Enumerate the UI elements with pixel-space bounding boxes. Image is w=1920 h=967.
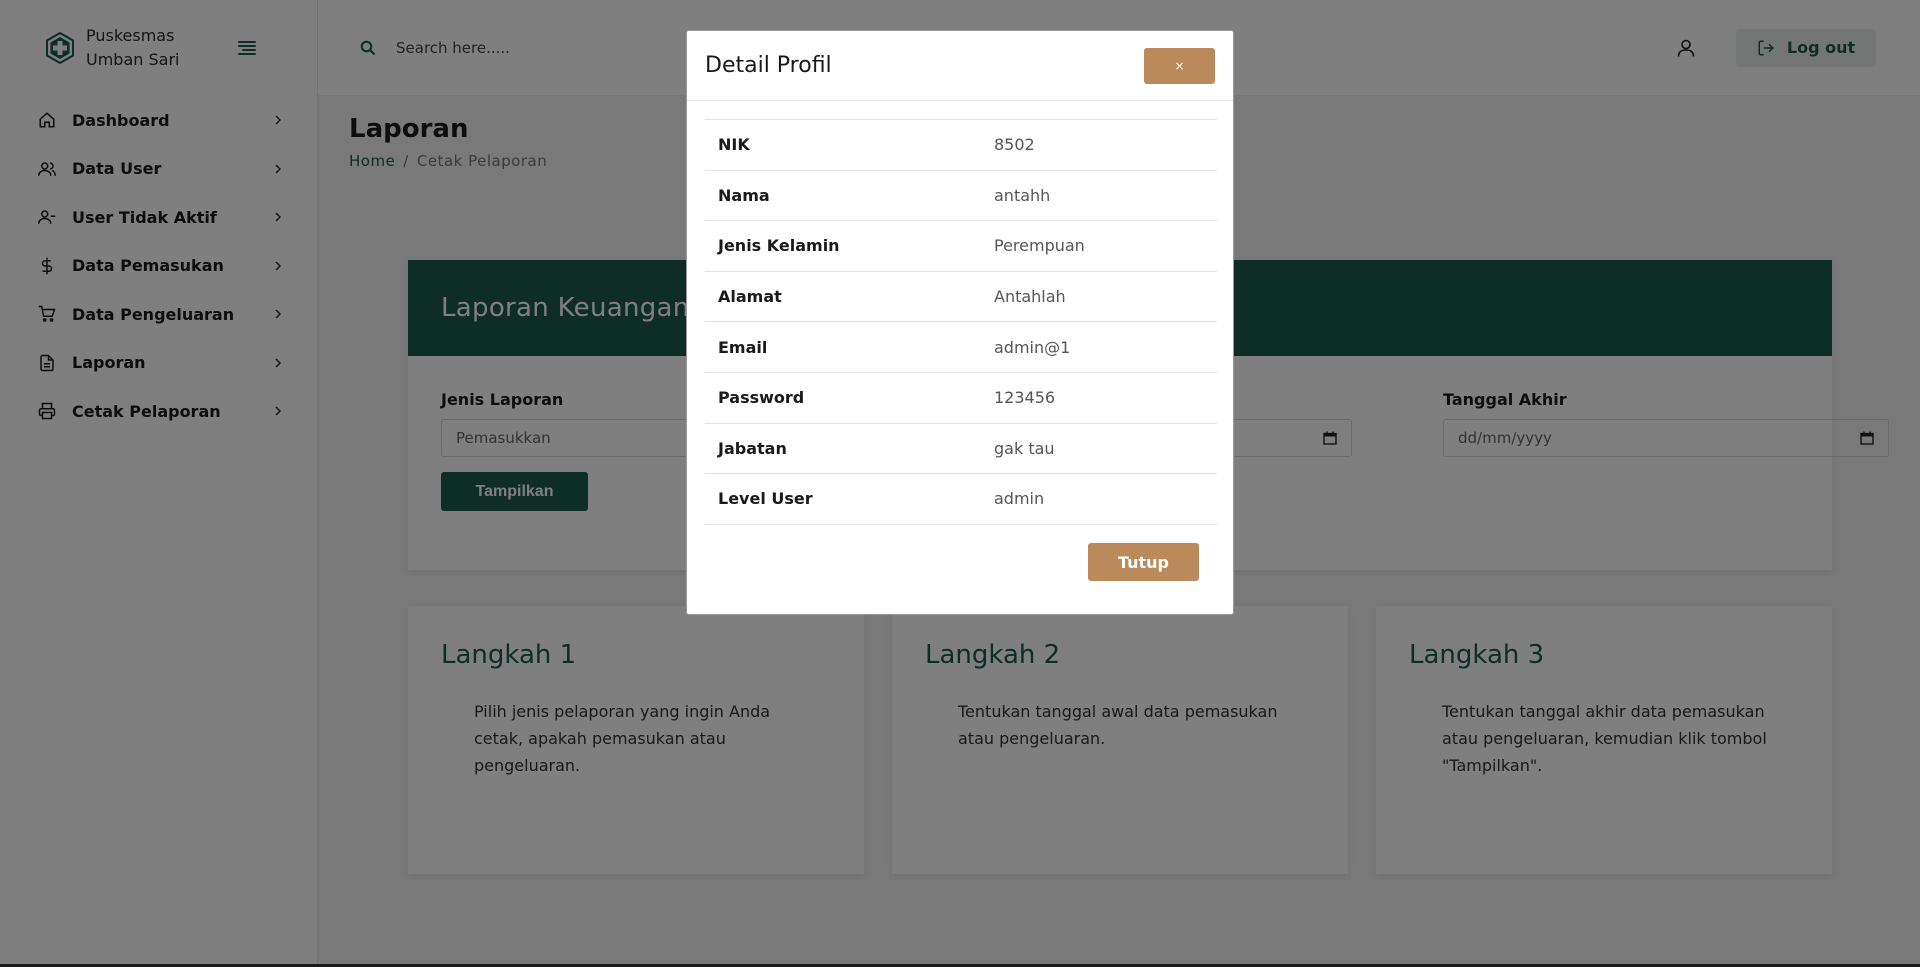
modal-title: Detail Profil: [705, 53, 832, 78]
row-value: Perempuan: [994, 236, 1085, 256]
row-key: Email: [718, 337, 768, 357]
row-key: Password: [718, 388, 805, 408]
row-key: Jenis Kelamin: [718, 236, 840, 256]
table-row: Nama antahh: [705, 170, 1217, 221]
profile-detail-table: NIK 8502 Nama antahh Jenis Kelamin Perempua…: [705, 119, 1217, 525]
row-key: Jabatan: [718, 438, 787, 458]
table-row: Jabatan gak tau: [705, 423, 1217, 474]
row-value: antahh: [994, 185, 1051, 205]
row-value: admin@1: [994, 337, 1071, 357]
table-row: Jenis Kelamin Perempuan: [705, 221, 1217, 272]
table-row: Password 123456: [705, 372, 1217, 424]
table-row: Alamat Antahlah: [705, 271, 1217, 322]
row-key: Nama: [718, 185, 770, 205]
table-row: NIK 8502: [705, 120, 1217, 171]
row-value: Antahlah: [994, 287, 1066, 307]
modal-header: Detail Profil ×: [687, 31, 1233, 101]
row-key: Level User: [718, 489, 813, 509]
row-value: gak tau: [994, 438, 1055, 458]
close-icon: ×: [1174, 58, 1185, 73]
table-row: Level User admin: [705, 474, 1217, 525]
row-value: 8502: [994, 135, 1035, 155]
close-button[interactable]: ×: [1144, 47, 1215, 84]
row-key: NIK: [718, 135, 750, 155]
table-row: Email admin@1: [705, 322, 1217, 373]
profile-detail-modal: Detail Profil × NIK 8502 Nama antahh Jenis…: [686, 30, 1234, 615]
tutup-button[interactable]: Tutup: [1088, 543, 1199, 581]
row-value: 123456: [994, 388, 1056, 408]
row-key: Alamat: [718, 287, 782, 307]
row-value: admin: [994, 489, 1045, 509]
